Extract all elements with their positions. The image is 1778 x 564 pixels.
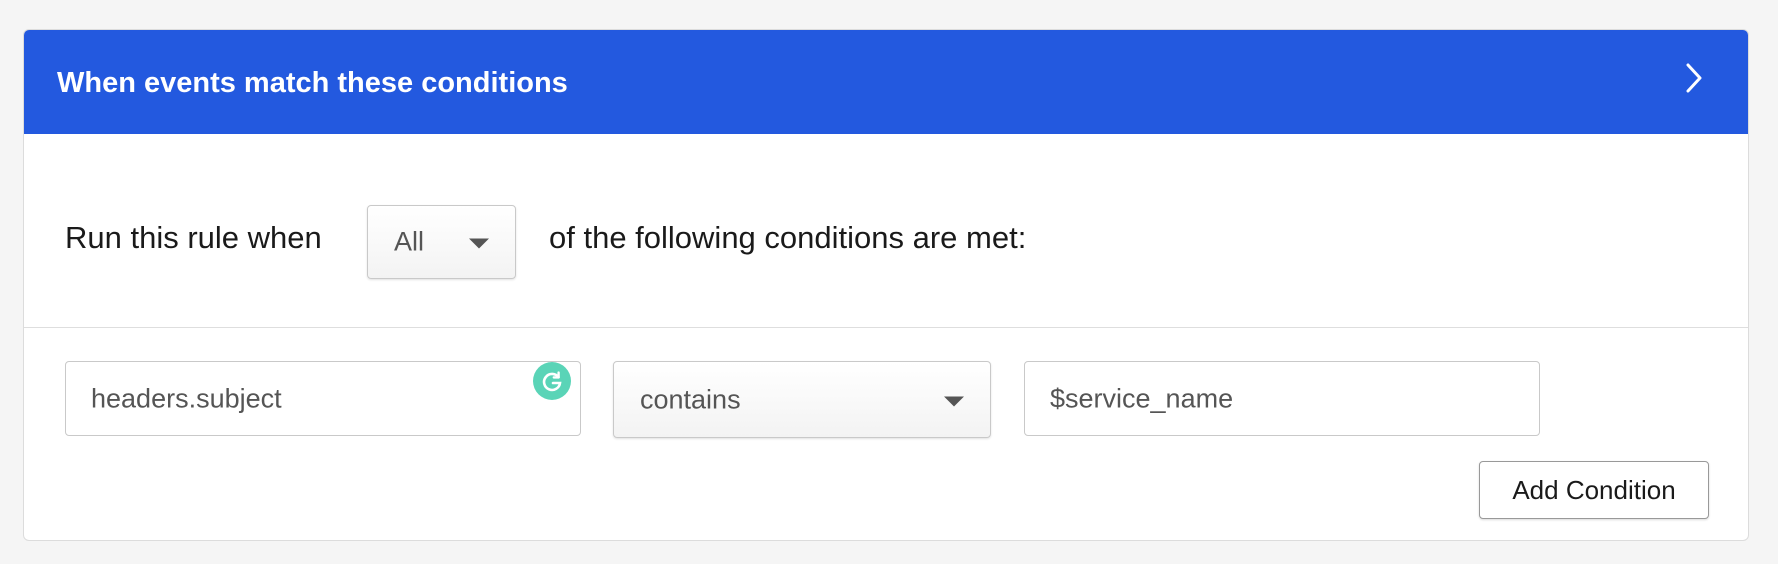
- grammarly-icon[interactable]: [533, 362, 571, 400]
- condition-field-input[interactable]: headers.subject: [65, 361, 581, 436]
- rule-match-row: Run this rule when All of the following …: [24, 134, 1748, 328]
- condition-row: headers.subject contains $service_name A…: [24, 328, 1748, 540]
- conditions-panel: When events match these conditions Run t…: [23, 29, 1749, 541]
- panel-header[interactable]: When events match these conditions: [24, 30, 1748, 134]
- rule-suffix-label: of the following conditions are met:: [549, 220, 1027, 255]
- chevron-right-icon[interactable]: [1680, 61, 1708, 95]
- caret-down-icon: [469, 238, 489, 249]
- panel-title: When events match these conditions: [57, 67, 568, 99]
- condition-value-input[interactable]: $service_name: [1024, 361, 1540, 436]
- condition-field-value: headers.subject: [91, 383, 282, 413]
- add-condition-button[interactable]: Add Condition: [1479, 461, 1709, 519]
- condition-operator-value: contains: [640, 384, 741, 414]
- rule-prefix-label: Run this rule when: [65, 220, 322, 255]
- condition-operator-select[interactable]: contains: [613, 361, 991, 438]
- match-mode-value: All: [394, 226, 425, 257]
- condition-value-text: $service_name: [1050, 383, 1234, 413]
- caret-down-icon: [944, 396, 964, 406]
- match-mode-select[interactable]: All: [367, 205, 516, 279]
